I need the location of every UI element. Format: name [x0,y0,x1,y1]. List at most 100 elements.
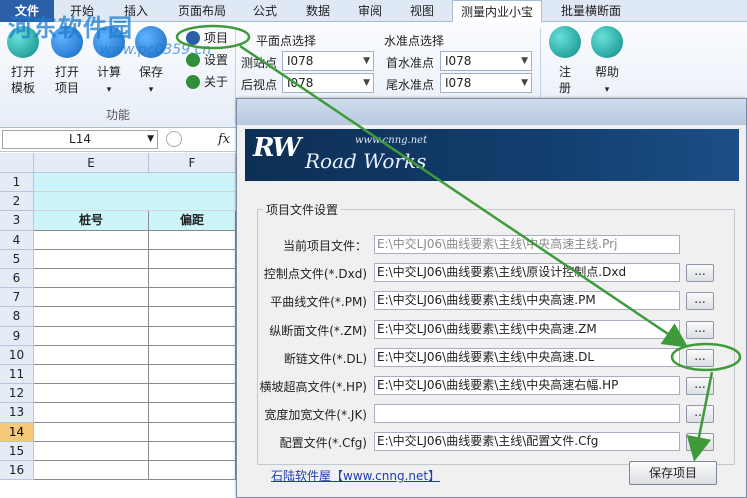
row-header[interactable]: 11 [0,365,34,385]
row-header[interactable]: 2 [0,192,34,212]
table-cell[interactable] [34,461,149,481]
row-header[interactable]: 12 [0,384,34,404]
config-browse-button[interactable]: ... [686,433,714,452]
row-header[interactable]: 15 [0,441,34,461]
table-cell[interactable] [34,365,149,385]
chain-break-browse-button[interactable]: ... [686,348,714,367]
website-link[interactable]: 石陆软件屋【www.cnng.net】 [271,467,440,484]
station-combo[interactable]: I078 ▼ [282,51,374,71]
widening-browse-button[interactable]: ... [686,405,714,424]
plane-point-select-label: 平面点选择 [256,34,317,48]
table-cell[interactable] [149,403,236,423]
row-header[interactable]: 10 [0,345,34,365]
table-cell[interactable] [149,345,236,365]
save-button[interactable]: 保存 ▾ [128,26,174,98]
last-level-combo[interactable]: I078 ▼ [440,73,532,93]
header-cell-station[interactable]: 桩号 [34,211,149,231]
table-cell[interactable] [149,461,236,481]
row-header[interactable]: 1 [0,173,34,193]
profile-path-field[interactable]: E:\中交LJ06\曲线要素\主线\中央高速.ZM [374,319,680,339]
tab-survey-tool[interactable]: 测量内业小宝 [452,0,542,23]
table-cell[interactable] [149,288,236,308]
table-cell[interactable] [34,326,149,346]
table-cell[interactable] [149,230,236,250]
fx-icon[interactable]: fx [218,132,230,147]
tab-formulas[interactable]: 公式 [245,0,285,22]
row-header[interactable]: 5 [0,249,34,269]
table-cell[interactable] [34,422,149,442]
chevron-down-icon: ▼ [363,78,370,88]
tab-view[interactable]: 视图 [402,0,442,22]
table-cell[interactable] [34,307,149,327]
backsight-combo[interactable]: I078 ▼ [282,73,374,93]
row-header[interactable]: 6 [0,269,34,289]
table-cell[interactable] [149,307,236,327]
table-cell[interactable] [34,441,149,461]
config-path-field[interactable]: E:\中交LJ06\曲线要素\主线\配置文件.Cfg [374,432,680,452]
tab-batch-cross-section[interactable]: 批量横断面 [552,0,630,22]
row-header[interactable]: 4 [0,230,34,250]
home-icon [591,26,623,58]
register-button[interactable]: 注 册 [542,26,588,96]
table-cell[interactable] [34,230,149,250]
about-button[interactable]: 关于 [184,72,228,92]
row-header[interactable]: 3 [0,211,34,231]
control-point-browse-button[interactable]: ... [686,264,714,283]
plane-curve-label: 平曲线文件(*.PM) [270,295,367,310]
row-header[interactable]: 16 [0,461,34,481]
table-cell[interactable] [149,384,236,404]
group-label-function: 功能 [106,108,131,122]
tab-review[interactable]: 审阅 [350,0,390,22]
row-header[interactable]: 14 [0,422,34,442]
table-cell[interactable] [149,326,236,346]
tab-data[interactable]: 数据 [298,0,338,22]
table-cell[interactable] [149,269,236,289]
row-header[interactable]: 7 [0,288,34,308]
chevron-down-icon: ▼ [521,78,528,88]
table-cell[interactable] [34,269,149,289]
widening-path-field[interactable] [374,404,680,424]
dialog-title-bar[interactable] [237,99,746,125]
current-project-path-field: E:\中交LJ06\曲线要素\主线\中央高速主线.Prj [374,235,680,254]
help-button[interactable]: 帮助 ▾ [584,26,630,98]
control-point-label: 控制点文件(*.Dxd) [263,267,367,282]
cancel-icon[interactable] [166,131,182,147]
current-project-label: 当前项目文件： [282,239,367,253]
profile-label: 纵断面文件(*.ZM) [269,323,367,338]
merged-title-cell[interactable] [34,192,236,212]
control-point-path-field[interactable]: E:\中交LJ06\曲线要素\主线\原设计控制点.Dxd [374,263,680,283]
table-cell[interactable] [34,249,149,269]
backsight-label: 后视点 [241,78,278,92]
table-cell[interactable] [34,384,149,404]
row-header[interactable]: 13 [0,403,34,423]
save-project-button[interactable]: 保存项目 [629,461,717,485]
chevron-down-icon: ▾ [604,85,610,95]
table-cell[interactable] [149,422,236,442]
table-cell[interactable] [34,345,149,365]
row-header[interactable]: 9 [0,326,34,346]
table-cell[interactable] [149,249,236,269]
table-cell[interactable] [34,288,149,308]
select-all-corner[interactable] [0,153,34,173]
profile-browse-button[interactable]: ... [686,320,714,339]
first-level-combo[interactable]: I078 ▼ [440,51,532,71]
column-header-f[interactable]: F [149,153,236,173]
name-box[interactable]: L14 ▼ [2,130,158,149]
plane-curve-path-field[interactable]: E:\中交LJ06\曲线要素\主线\中央高速.PM [374,291,680,311]
table-cell[interactable] [149,365,236,385]
merged-title-cell[interactable] [34,173,236,193]
chevron-down-icon: ▼ [363,56,370,66]
row-header[interactable]: 8 [0,307,34,327]
plane-curve-browse-button[interactable]: ... [686,292,714,311]
table-cell[interactable] [149,441,236,461]
table-cell[interactable] [34,403,149,423]
level-point-select-label: 水准点选择 [384,34,445,48]
chain-break-path-field[interactable]: E:\中交LJ06\曲线要素\主线\中央高速.DL [374,347,680,367]
cross-slope-label: 横坡超高文件(*.HP) [259,380,367,394]
tab-page-layout[interactable]: 页面布局 [170,0,234,22]
column-header-e[interactable]: E [34,153,149,173]
cross-slope-path-field[interactable]: E:\中交LJ06\曲线要素\主线\中央高速右幅.HP [374,376,680,395]
cross-slope-browse-button[interactable]: ... [686,377,714,395]
header-cell-offset[interactable]: 偏距 [149,211,236,231]
widening-label: 宽度加宽文件(*.JK) [264,408,367,423]
